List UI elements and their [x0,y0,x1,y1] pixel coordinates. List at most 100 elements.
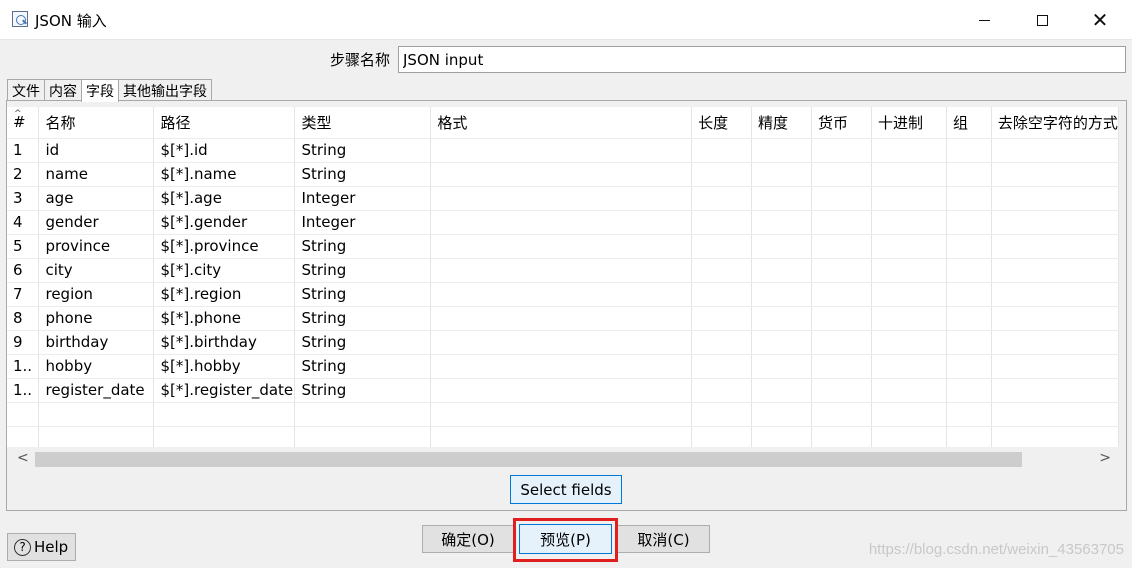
empty-cell[interactable] [691,378,753,403]
empty-cell[interactable] [871,258,947,283]
row-number[interactable]: 2 [7,162,40,187]
column-header-decimal[interactable]: 十进制 [871,107,947,139]
empty-cell[interactable] [946,234,992,259]
empty-cell[interactable] [991,402,1119,427]
field-name-cell[interactable]: register_date [38,378,155,403]
empty-cell[interactable] [811,138,872,163]
column-header-number[interactable]: # [7,107,40,139]
field-name-cell[interactable]: id [38,138,155,163]
row-number[interactable]: 1.. [7,354,40,379]
field-path-cell[interactable]: $[*].city [153,258,296,283]
empty-cell[interactable] [811,210,872,235]
empty-cell[interactable] [811,162,872,187]
empty-cell[interactable] [691,210,753,235]
row-number[interactable]: 1.. [7,378,40,403]
column-header-currency[interactable]: 货币 [811,107,872,139]
empty-cell[interactable] [946,354,992,379]
empty-cell[interactable] [871,282,947,307]
empty-cell[interactable] [691,354,753,379]
empty-cell[interactable] [430,162,693,187]
field-type-cell[interactable]: Integer [294,210,432,235]
empty-cell[interactable] [751,330,813,355]
scroll-left-icon[interactable]: < [17,450,29,466]
empty-cell[interactable] [946,402,992,427]
empty-cell[interactable] [691,162,753,187]
field-name-cell[interactable]: age [38,186,155,211]
empty-cell[interactable] [811,378,872,403]
table-row[interactable]: 9 birthday $[*].birthday String [7,330,1119,355]
empty-cell[interactable] [991,138,1119,163]
empty-cell[interactable] [751,306,813,331]
empty-cell[interactable] [751,186,813,211]
empty-cell[interactable] [751,282,813,307]
table-row[interactable]: 4 gender $[*].gender Integer [7,210,1119,235]
empty-cell[interactable] [871,162,947,187]
empty-cell[interactable] [294,426,432,447]
empty-cell[interactable] [871,402,947,427]
empty-cell[interactable] [7,402,40,427]
field-name-cell[interactable]: birthday [38,330,155,355]
empty-cell[interactable] [946,378,992,403]
empty-cell[interactable] [430,234,693,259]
field-path-cell[interactable]: $[*].register_date [153,378,296,403]
row-number[interactable]: 6 [7,258,40,283]
empty-cell[interactable] [991,282,1119,307]
field-type-cell[interactable]: String [294,234,432,259]
row-number[interactable]: 9 [7,330,40,355]
table-row[interactable]: 7 region $[*].region String [7,282,1119,307]
column-header-name[interactable]: 名称 [38,107,155,139]
column-header-path[interactable]: 路径 [153,107,296,139]
empty-row[interactable] [7,426,1119,447]
table-row[interactable]: 5 province $[*].province String [7,234,1119,259]
empty-cell[interactable] [991,330,1119,355]
field-type-cell[interactable]: String [294,258,432,283]
field-type-cell[interactable]: String [294,330,432,355]
empty-cell[interactable] [430,426,693,447]
empty-cell[interactable] [7,426,40,447]
table-row[interactable]: 1 id $[*].id String [7,138,1119,163]
empty-cell[interactable] [38,426,155,447]
field-type-cell[interactable]: String [294,138,432,163]
table-row[interactable]: 1.. register_date $[*].register_date String [7,378,1119,403]
empty-cell[interactable] [946,426,992,447]
field-path-cell[interactable]: $[*].name [153,162,296,187]
column-header-length[interactable]: 长度 [691,107,753,139]
field-type-cell[interactable]: Integer [294,186,432,211]
empty-cell[interactable] [153,426,296,447]
field-path-cell[interactable]: $[*].age [153,186,296,211]
field-type-cell[interactable]: String [294,378,432,403]
empty-cell[interactable] [871,330,947,355]
close-button[interactable]: ✕ [1071,0,1129,40]
empty-cell[interactable] [871,210,947,235]
empty-cell[interactable] [946,210,992,235]
column-header-format[interactable]: 格式 [430,107,693,139]
empty-cell[interactable] [430,282,693,307]
field-path-cell[interactable]: $[*].region [153,282,296,307]
field-path-cell[interactable]: $[*].province [153,234,296,259]
empty-cell[interactable] [871,354,947,379]
empty-cell[interactable] [153,402,296,427]
empty-cell[interactable] [991,162,1119,187]
empty-cell[interactable] [430,402,693,427]
empty-cell[interactable] [430,186,693,211]
empty-cell[interactable] [811,258,872,283]
column-header-trim-type[interactable]: 去除空字符的方式 [991,107,1119,139]
horizontal-scrollbar[interactable]: < > [7,449,1119,469]
empty-cell[interactable] [691,234,753,259]
tab-additional-output-fields[interactable]: 其他输出字段 [118,79,212,101]
row-number[interactable]: 7 [7,282,40,307]
field-name-cell[interactable]: phone [38,306,155,331]
empty-cell[interactable] [946,306,992,331]
select-fields-button[interactable]: Select fields [510,475,622,504]
empty-cell[interactable] [991,306,1119,331]
empty-cell[interactable] [430,330,693,355]
field-type-cell[interactable]: String [294,354,432,379]
ok-button[interactable]: 确定(O) [422,525,514,553]
table-row[interactable]: 6 city $[*].city String [7,258,1119,283]
column-header-type[interactable]: 类型 [294,107,432,139]
empty-cell[interactable] [811,402,872,427]
empty-cell[interactable] [294,402,432,427]
empty-cell[interactable] [871,426,947,447]
empty-cell[interactable] [811,306,872,331]
tab-file[interactable]: 文件 [7,79,45,101]
